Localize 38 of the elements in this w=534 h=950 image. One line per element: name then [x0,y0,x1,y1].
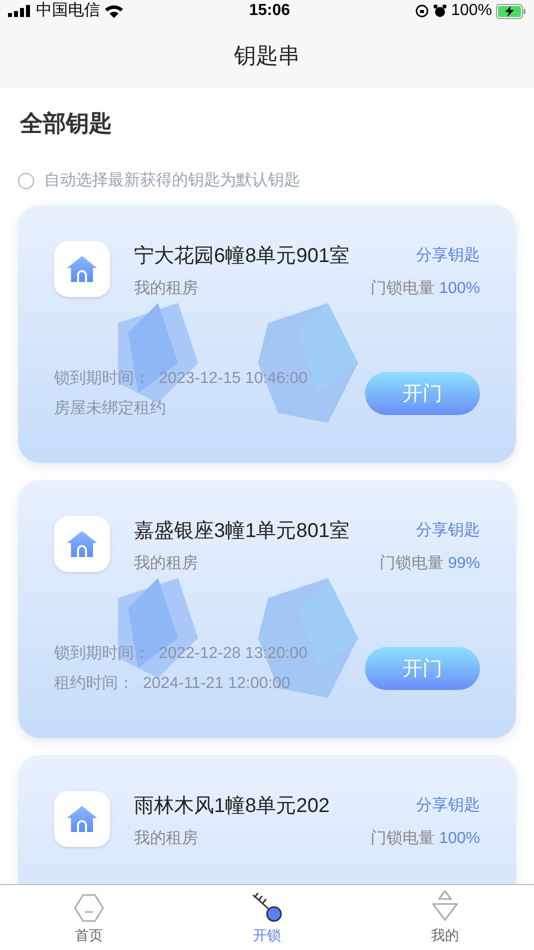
lock-battery: 门锁电量 100% [370,828,480,848]
tab-item[interactable]: 开锁 [178,885,356,950]
open-door-button[interactable]: 开门 [365,647,480,690]
lock-battery: 门锁电量 100% [370,278,480,298]
lock-battery: 门锁电量 99% [380,554,480,574]
key-icon [251,891,283,923]
lock-info: 租约时间： 2024-11-21 12:00:00 [54,674,292,694]
lock-info: 锁到期时间： 2023-12-15 10:46:00 [54,368,308,388]
page-title: 钥匙串 [234,42,300,70]
battery-icon [496,4,526,18]
house-icon [54,790,110,846]
property-name: 雨林木风1幢8单元202 [134,794,330,818]
tab-item[interactable]: 我的 [356,885,534,950]
signal-icon [8,5,32,17]
tab-item[interactable]: 首页 [0,885,178,950]
share-key-link[interactable]: 分享钥匙 [416,794,480,818]
property-type: 我的租房 [134,554,198,574]
section-title: 全部钥匙 [20,109,113,138]
property-name: 宁大花园6幢8单元901室 [134,244,350,268]
property-type: 我的租房 [134,828,198,848]
lock-info: 锁到期时间： 2022-12-28 13:20:00 [54,644,308,664]
wifi-icon [104,4,124,18]
auto-select-label: 自动选择最新获得的钥匙为默认钥匙 [44,170,300,190]
carrier-name: 中国电信 [36,0,100,21]
rotation-lock-icon [415,4,430,18]
open-door-button[interactable]: 开门 [365,372,480,415]
battery-percent: 100% [451,1,492,21]
property-name: 嘉盛银座3幢1单元801室 [134,518,350,544]
house-icon [54,516,110,572]
home-icon [73,893,105,923]
share-key-link[interactable]: 分享钥匙 [416,244,480,268]
clock-time: 15:06 [249,1,290,21]
profile-icon [430,889,460,923]
property-type: 我的租房 [134,278,198,298]
house-icon [54,240,110,296]
share-key-link[interactable]: 分享钥匙 [416,518,480,542]
lock-info: 房屋未绑定租约 [54,398,167,418]
radio-button[interactable] [18,172,34,188]
